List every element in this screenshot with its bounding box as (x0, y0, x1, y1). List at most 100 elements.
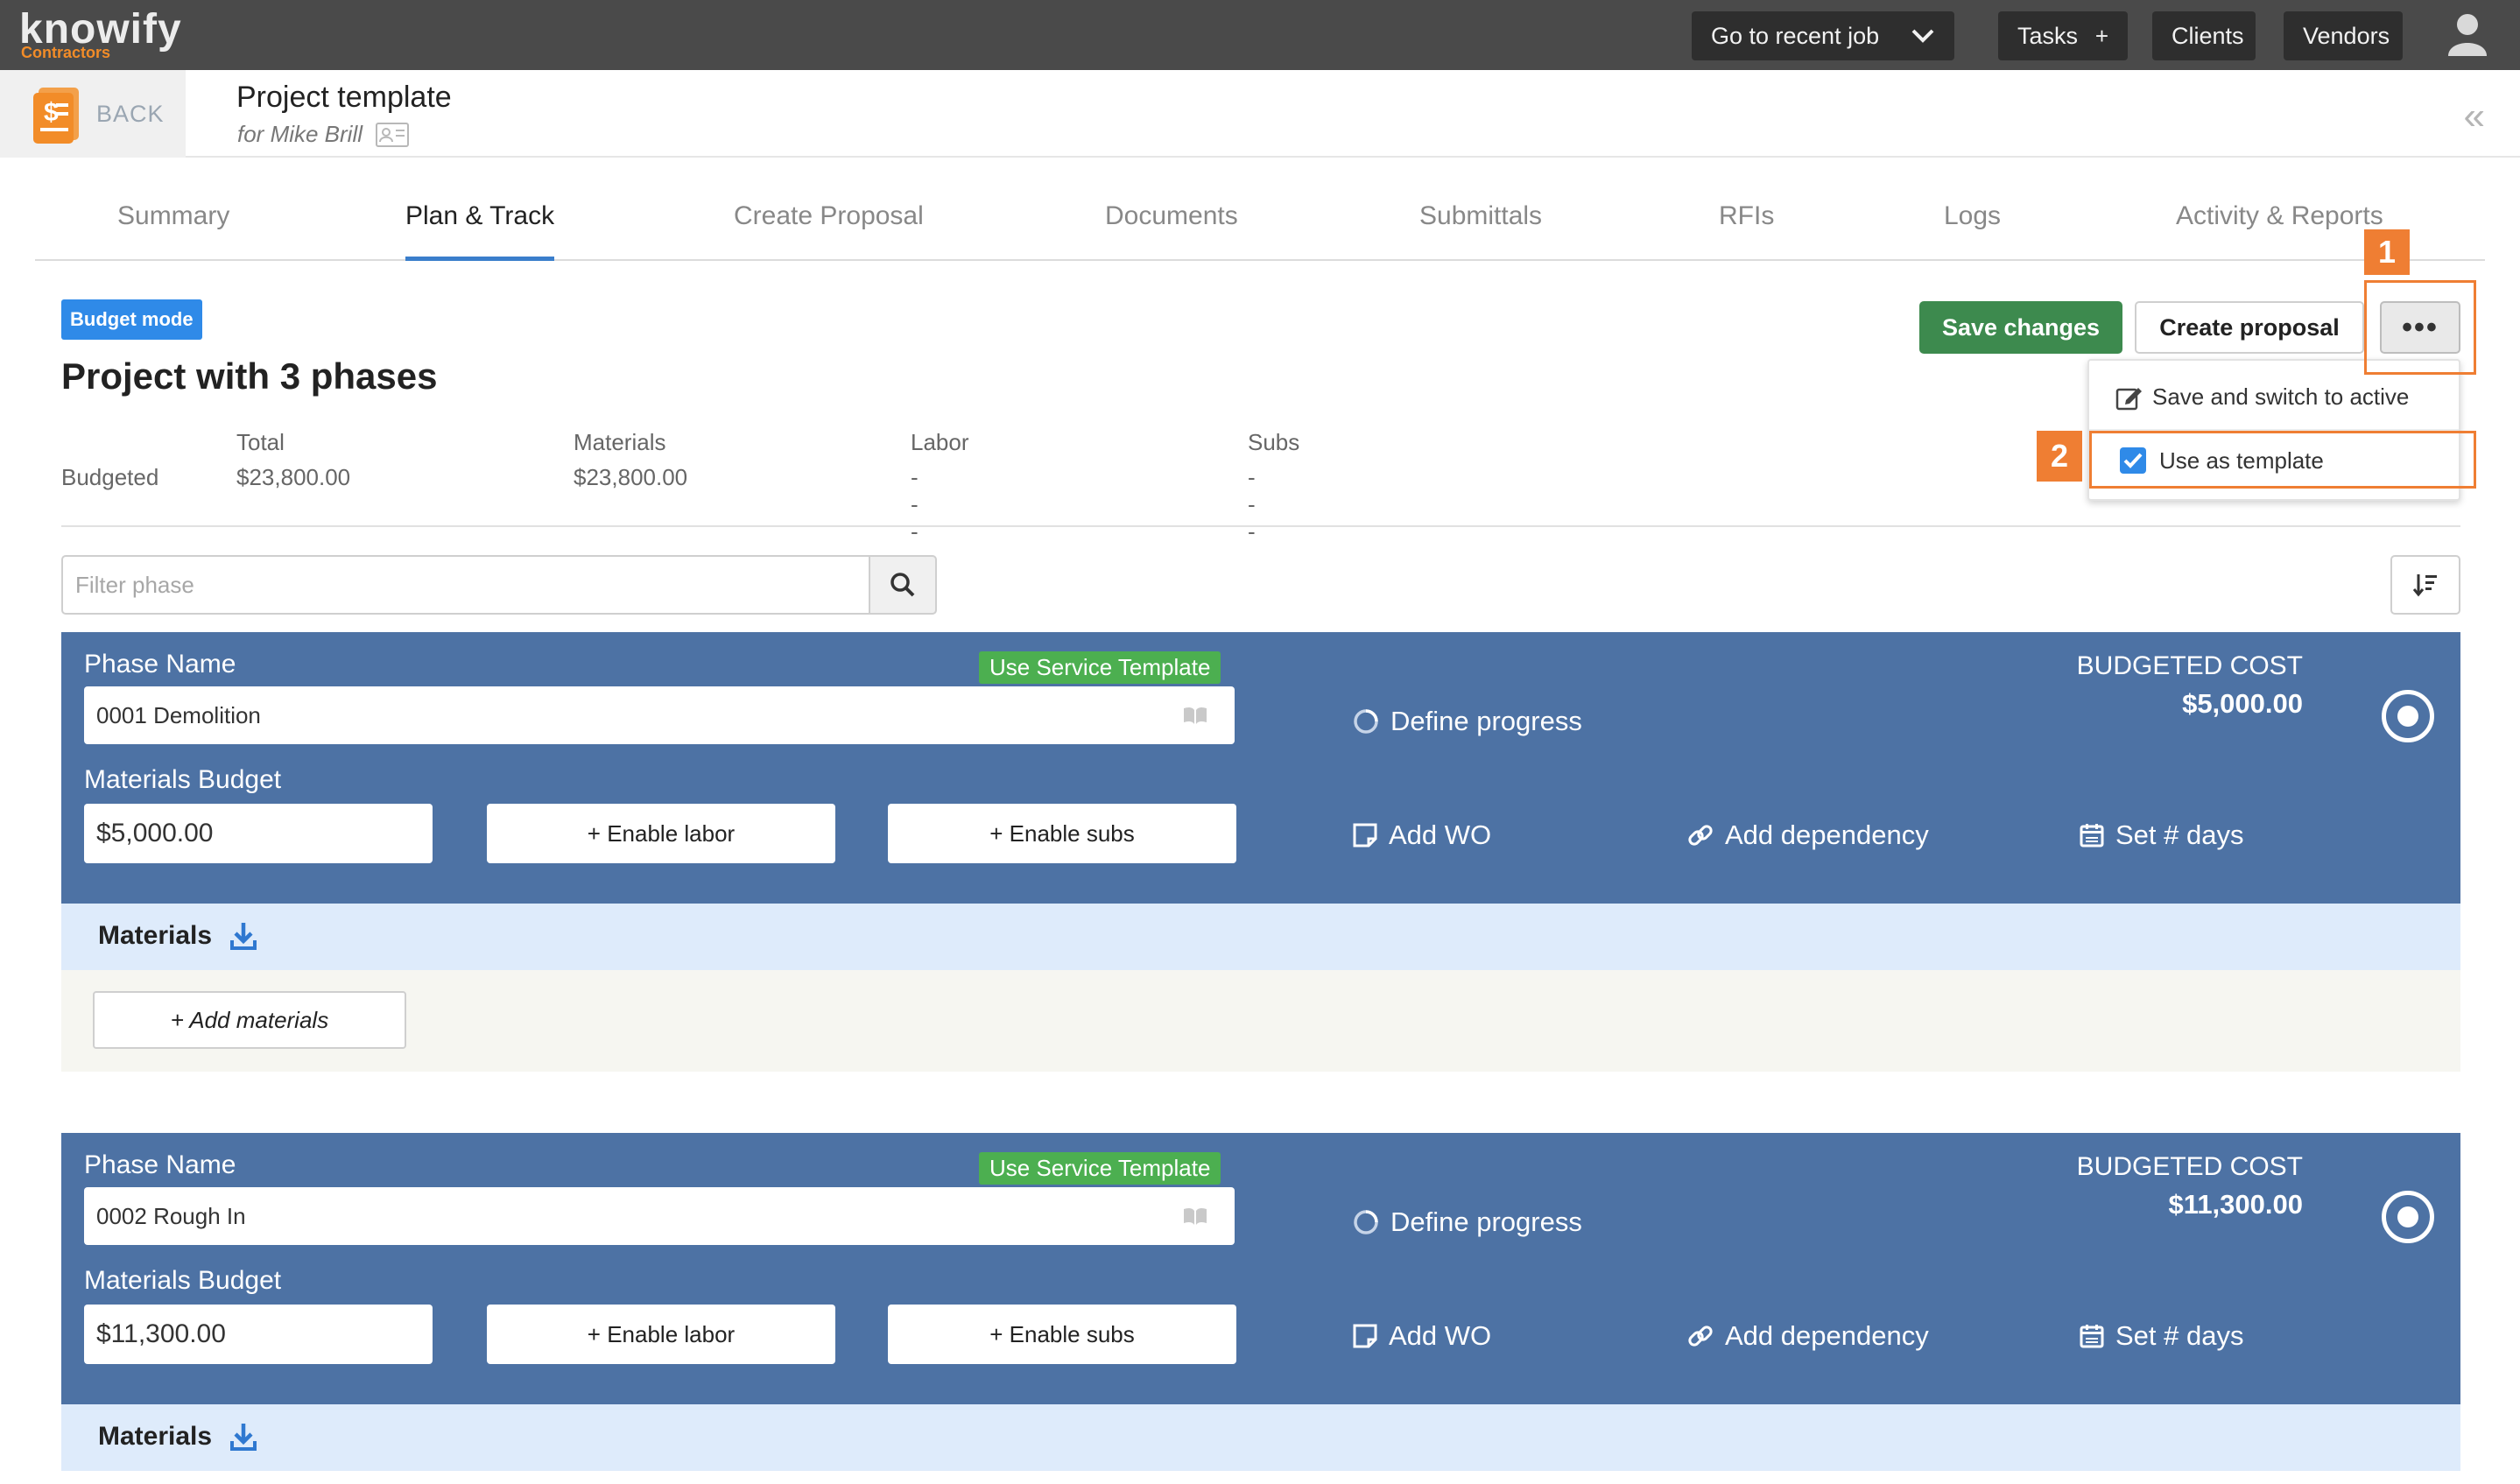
user-avatar-icon[interactable] (2446, 12, 2488, 56)
add-wo-link[interactable]: Add WO (1352, 1320, 1491, 1352)
tab-submittals[interactable]: Submittals (1419, 201, 1542, 261)
tab-summary[interactable]: Summary (117, 201, 229, 261)
phase-name-input[interactable]: 0002 Rough In (84, 1187, 1235, 1245)
phase-select-radio[interactable] (2382, 1191, 2434, 1243)
save-switch-active-item[interactable]: Save and switch to active (2115, 383, 2409, 411)
phase-name-label: Phase Name (84, 1150, 236, 1179)
project-tabs: Summary Plan & Track Create Proposal Doc… (35, 180, 2485, 261)
add-materials-button[interactable]: + Add materials (93, 991, 406, 1049)
recent-job-dropdown[interactable]: Go to recent job (1692, 11, 1954, 60)
book-icon[interactable] (1182, 706, 1208, 725)
page-title: Project with 3 phases (61, 355, 438, 397)
enable-subs-button[interactable]: + Enable subs (888, 804, 1236, 863)
labor-value: --- (911, 464, 919, 545)
define-progress-label: Define progress (1390, 1206, 1582, 1237)
back-button[interactable]: $ BACK (0, 70, 186, 158)
budgeted-row-label: Budgeted (61, 464, 159, 490)
plus-icon: + (2094, 22, 2108, 49)
define-progress-link[interactable]: Define progress (1352, 706, 1582, 737)
link-icon (1688, 825, 1713, 846)
budgeted-cost-label: BUDGETED COST (2076, 651, 2303, 680)
annotation-box-2 (2089, 431, 2476, 489)
set-days-link[interactable]: Set # days (2079, 1320, 2243, 1352)
progress-circle-icon (1354, 709, 1378, 734)
sort-button[interactable] (2390, 555, 2460, 615)
project-header: $ BACK Project template for Mike Brill « (0, 70, 2520, 158)
materials-label: Materials (98, 1422, 213, 1451)
materials-budget-input[interactable]: $5,000.00 (84, 804, 433, 863)
subs-value: --- (1248, 464, 1256, 545)
save-switch-active-label: Save and switch to active (2152, 383, 2410, 410)
phase-name-value: 0001 Demolition (96, 701, 261, 728)
sort-icon (2412, 574, 2437, 597)
tab-documents[interactable]: Documents (1105, 201, 1238, 261)
tab-logs[interactable]: Logs (1944, 201, 2001, 261)
enable-labor-button[interactable]: + Enable labor (487, 804, 835, 863)
calendar-icon (2080, 1325, 2104, 1348)
download-icon[interactable] (229, 921, 257, 951)
add-dependency-label: Add dependency (1725, 1320, 1929, 1351)
clients-button[interactable]: Clients (2152, 11, 2256, 60)
filter-phase-input[interactable] (61, 555, 870, 615)
project-title: Project template (236, 81, 452, 114)
edit-icon (2115, 387, 2142, 410)
add-wo-link[interactable]: Add WO (1352, 819, 1491, 851)
save-changes-button[interactable]: Save changes (1919, 301, 2122, 354)
phase-card: Phase Name Use Service Template 0001 Dem… (61, 632, 2460, 904)
materials-budget-label: Materials Budget (84, 1266, 282, 1295)
tab-rfis[interactable]: RFIs (1719, 201, 1774, 261)
tasks-label: Tasks (2017, 22, 2079, 49)
contact-card-icon[interactable] (375, 122, 410, 148)
logo-subtitle: Contractors (21, 44, 111, 61)
use-service-template-button[interactable]: Use Service Template (979, 651, 1221, 684)
materials-section-header: Materials (61, 904, 2460, 970)
add-dependency-link[interactable]: Add dependency (1686, 1320, 1929, 1352)
book-icon[interactable] (1182, 1206, 1208, 1226)
tab-activity-reports[interactable]: Activity & Reports (2176, 201, 2383, 261)
back-label: BACK (96, 100, 165, 127)
progress-circle-icon (1354, 1210, 1378, 1234)
materials-section-body: + Add materials (61, 970, 2460, 1072)
tab-plan-track[interactable]: Plan & Track (405, 201, 555, 261)
materials-value: $23,800.00 (574, 464, 688, 490)
materials-budget-input[interactable]: $11,300.00 (84, 1305, 433, 1364)
labor-header: Labor (911, 429, 969, 455)
materials-heading: Materials (98, 921, 257, 951)
phase-name-input[interactable]: 0001 Demolition (84, 686, 1235, 744)
use-service-template-button[interactable]: Use Service Template (979, 1152, 1221, 1185)
document-icon: $ (33, 88, 79, 144)
define-progress-link[interactable]: Define progress (1352, 1206, 1582, 1238)
calendar-icon (2080, 824, 2104, 847)
materials-header: Materials (574, 429, 666, 455)
materials-heading: Materials (98, 1422, 257, 1452)
project-client: for Mike Brill (237, 121, 410, 148)
top-navbar: knowify Contractors Go to recent job Tas… (0, 0, 2520, 70)
phase-select-radio[interactable] (2382, 690, 2434, 742)
section-divider (61, 525, 2460, 527)
budgeted-cost-value: $11,300.00 (2168, 1189, 2303, 1220)
set-days-label: Set # days (2115, 1320, 2244, 1351)
filter-search-button[interactable] (869, 555, 937, 615)
search-icon (890, 573, 915, 597)
collapse-panel-icon[interactable]: « (2464, 95, 2485, 138)
annotation-box-1 (2364, 280, 2476, 375)
download-icon[interactable] (229, 1422, 257, 1452)
total-header: Total (236, 429, 285, 455)
enable-subs-button[interactable]: + Enable subs (888, 1305, 1236, 1364)
tasks-button[interactable]: Tasks + (1998, 11, 2128, 60)
create-proposal-button[interactable]: Create proposal (2135, 301, 2364, 354)
link-icon (1688, 1326, 1713, 1347)
add-dependency-link[interactable]: Add dependency (1686, 819, 1929, 851)
budget-mode-badge: Budget mode (61, 299, 202, 340)
note-icon (1353, 823, 1377, 847)
tab-create-proposal[interactable]: Create Proposal (734, 201, 924, 261)
chevron-down-icon (1911, 29, 1934, 43)
add-wo-label: Add WO (1389, 1320, 1492, 1351)
annotation-number-1: 1 (2364, 229, 2410, 275)
total-value: $23,800.00 (236, 464, 351, 490)
set-days-link[interactable]: Set # days (2079, 819, 2243, 851)
subs-header: Subs (1248, 429, 1300, 455)
vendors-button[interactable]: Vendors (2284, 11, 2403, 60)
phase-name-value: 0002 Rough In (96, 1202, 246, 1229)
enable-labor-button[interactable]: + Enable labor (487, 1305, 835, 1364)
